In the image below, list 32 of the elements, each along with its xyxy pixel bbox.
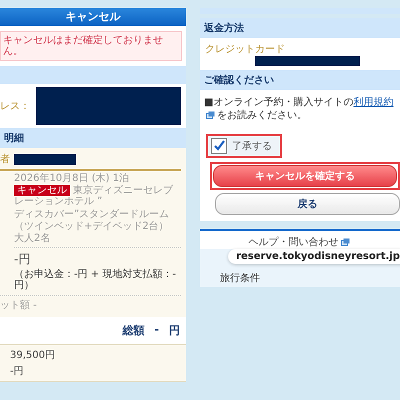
bed-info: （ツインベッド+デイベッド2台）	[14, 220, 170, 232]
hotel-name: キャンセル 東京ディズニーセレブレーションホテル ”	[14, 185, 174, 208]
price: -円	[14, 251, 32, 268]
section-header: 明細	[0, 128, 186, 148]
url-tooltip: reserve.tokyodisneyresort.jp	[228, 249, 400, 264]
refund-method: クレジットカード	[205, 43, 286, 56]
external-link-icon	[206, 111, 215, 120]
total-label: 総額	[122, 323, 144, 338]
amount: -円	[10, 365, 25, 378]
section-header: 返金方法	[200, 18, 400, 38]
back-button[interactable]: 戻る	[215, 193, 400, 215]
page-title: キャンセル	[0, 8, 186, 26]
cancel-notice: キャンセルはまだ確定しておりません。	[0, 31, 182, 62]
stay-date: 2026年10月8日 (木) 1泊	[14, 173, 130, 184]
amount: 39,500円	[10, 349, 56, 362]
room-type: ディスカバー”スタンダードルーム	[14, 208, 170, 220]
section-header: ご確認ください	[200, 70, 400, 90]
help-link[interactable]: ヘルプ・問い合わせ	[248, 235, 352, 249]
ticket-amount: ット額 -	[0, 300, 38, 314]
agree-checkbox[interactable]	[211, 138, 227, 154]
guest-count: 大人2名	[14, 233, 52, 244]
external-link-icon	[340, 238, 350, 246]
price-note: （お申込金：-円 + 現地対支払額：-円）	[14, 269, 177, 292]
name-label: 者	[0, 152, 10, 166]
address-label: レス：	[0, 100, 30, 114]
agree-label: 了承する	[232, 140, 272, 153]
footer-link[interactable]: 旅行条件	[220, 273, 260, 284]
total-unit: 円	[169, 323, 180, 338]
redacted-block	[14, 154, 76, 165]
total-value: -	[154, 323, 159, 338]
terms-text: ■オンライン予約・購入サイトの利用規約 をお読みください。	[203, 96, 394, 123]
terms-link[interactable]: 利用規約	[353, 97, 394, 108]
